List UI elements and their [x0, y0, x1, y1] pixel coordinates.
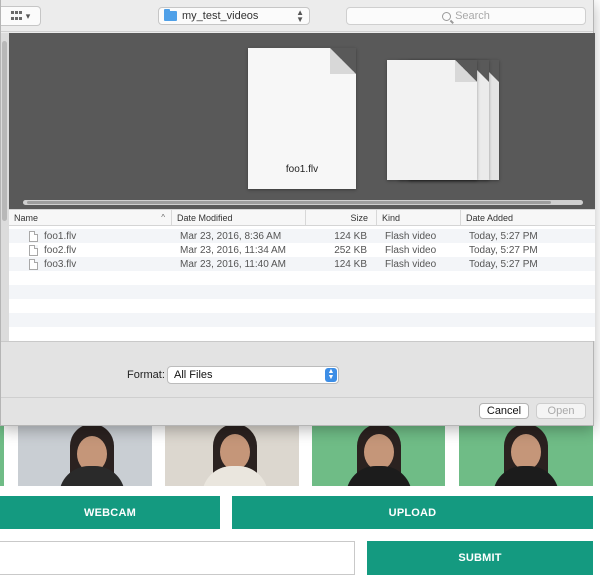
- size-cell: 124 KB: [334, 258, 367, 270]
- file-name: foo1.flv: [44, 230, 77, 242]
- dialog-footer: Format: All Files ▲ ▼ Cancel Open: [1, 341, 593, 425]
- date-modified-cell: Mar 23, 2016, 8:36 AM: [180, 230, 282, 242]
- empty-row: [9, 285, 595, 299]
- selected-file-preview-icon: foo1.flv: [248, 48, 356, 189]
- date-added-cell: Today, 5:27 PM: [469, 230, 538, 242]
- chevron-down-icon: ▾: [25, 10, 31, 21]
- cancel-button[interactable]: Cancel: [479, 403, 529, 419]
- empty-row: [9, 299, 595, 313]
- sort-ascending-icon: ^: [161, 213, 165, 222]
- search-field[interactable]: Search: [346, 7, 586, 25]
- up-down-arrows-icon: ▲ ▼: [296, 8, 304, 24]
- webcam-button[interactable]: WEBCAM: [0, 496, 220, 529]
- column-header-size-label: Size: [350, 212, 368, 223]
- date-modified-cell: Mar 23, 2016, 11:40 AM: [180, 258, 286, 270]
- format-selected-value: All Files: [174, 369, 213, 381]
- size-cell: 124 KB: [334, 230, 367, 242]
- file-name-cell: foo1.flv: [29, 229, 76, 243]
- file-name: foo2.flv: [44, 244, 77, 256]
- sidebar-scroll-knob[interactable]: [2, 41, 7, 221]
- search-icon: [442, 11, 452, 21]
- date-added-cell: Today, 5:27 PM: [469, 244, 538, 256]
- video-thumbnail-2[interactable]: [18, 424, 152, 486]
- video-thumbnail-3[interactable]: [165, 424, 299, 486]
- file-row[interactable]: foo2.flv Mar 23, 2016, 11:34 AM 252 KB F…: [9, 243, 595, 257]
- footer-divider: [1, 397, 593, 398]
- format-label: Format:: [127, 369, 165, 381]
- column-header-name[interactable]: Name ^: [9, 210, 171, 225]
- page-fold-shade-front: [455, 60, 477, 82]
- column-header-date-modified-label: Date Modified: [177, 212, 233, 223]
- column-header-date-modified[interactable]: Date Modified: [171, 210, 305, 225]
- file-name-cell: foo2.flv: [29, 243, 76, 257]
- empty-row: [9, 313, 595, 327]
- video-thumbnail-4[interactable]: [312, 424, 445, 486]
- column-header-kind-label: Kind: [382, 212, 401, 223]
- file-preview-pane: foo1.flv: [9, 33, 595, 209]
- date-added-cell: Today, 5:27 PM: [469, 258, 538, 270]
- dialog-toolbar: ▾ my_test_videos ▲ ▼ Search: [1, 0, 593, 32]
- file-name-cell: foo3.flv: [29, 257, 76, 271]
- document-icon: [29, 244, 38, 256]
- open-button[interactable]: Open: [536, 403, 586, 419]
- column-header-date-added[interactable]: Date Added: [460, 210, 595, 225]
- preview-scroll-thumb[interactable]: [27, 201, 551, 204]
- column-header-date-added-label: Date Added: [466, 212, 514, 223]
- grid-view-icon: [10, 11, 23, 21]
- submit-button[interactable]: SUBMIT: [367, 541, 593, 575]
- date-modified-cell: Mar 23, 2016, 11:34 AM: [180, 244, 286, 256]
- stacked-file-icon-front: [387, 60, 477, 180]
- video-thumbnail-5[interactable]: [459, 424, 593, 486]
- folder-location-popup[interactable]: my_test_videos ▲ ▼: [158, 7, 310, 25]
- url-input[interactable]: [0, 541, 355, 575]
- kind-cell: Flash video: [385, 258, 437, 270]
- video-thumbnail-1[interactable]: [0, 424, 4, 486]
- search-placeholder: Search: [455, 10, 490, 22]
- view-mode-button[interactable]: ▾: [1, 6, 41, 26]
- file-list-header: Name ^ Date Modified Size Kind Date Adde…: [9, 209, 595, 226]
- empty-row: [9, 327, 595, 341]
- kind-cell: Flash video: [385, 244, 437, 256]
- empty-row: [9, 271, 595, 285]
- file-name: foo3.flv: [44, 258, 77, 270]
- file-list: Name ^ Date Modified Size Kind Date Adde…: [9, 209, 595, 341]
- column-header-size[interactable]: Size: [305, 210, 376, 225]
- kind-cell: Flash video: [385, 230, 437, 242]
- folder-icon: [164, 9, 177, 21]
- folder-name: my_test_videos: [182, 10, 259, 22]
- page-fold-shade: [330, 48, 356, 74]
- document-icon: [29, 258, 38, 270]
- size-cell: 252 KB: [334, 244, 367, 256]
- file-row[interactable]: foo3.flv Mar 23, 2016, 11:40 AM 124 KB F…: [9, 257, 595, 271]
- column-header-name-label: Name: [14, 212, 39, 223]
- column-header-kind[interactable]: Kind: [376, 210, 460, 225]
- format-select[interactable]: All Files ▲ ▼: [167, 366, 339, 384]
- file-open-dialog: ▾ my_test_videos ▲ ▼ Search foo1.flv Nam…: [0, 0, 595, 426]
- select-arrows-icon: ▲ ▼: [325, 368, 337, 382]
- upload-button[interactable]: UPLOAD: [232, 496, 593, 529]
- preview-file-name: foo1.flv: [285, 164, 319, 175]
- preview-horizontal-scrollbar[interactable]: [23, 200, 583, 205]
- file-row[interactable]: foo1.flv Mar 23, 2016, 8:36 AM 124 KB Fl…: [9, 229, 595, 243]
- sidebar-scrollbar[interactable]: [1, 33, 9, 341]
- document-icon: [29, 230, 38, 242]
